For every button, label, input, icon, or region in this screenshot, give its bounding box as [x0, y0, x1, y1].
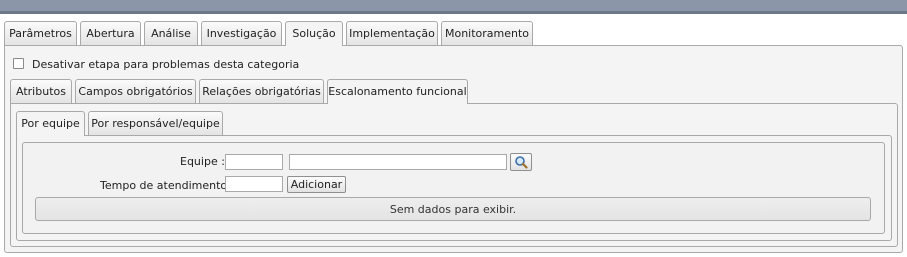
tab-label: Por responsável/equipe	[91, 117, 220, 130]
tab-label: Atributos	[16, 85, 66, 98]
team-code-input[interactable]	[225, 154, 283, 170]
empty-message: Sem dados para exibir.	[389, 203, 517, 216]
empty-grid: Sem dados para exibir.	[35, 197, 871, 221]
team-name-input[interactable]	[289, 154, 507, 170]
tab-monitoramento[interactable]: Monitoramento	[441, 21, 533, 45]
tab-por-responsavel-equipe[interactable]: Por responsável/equipe	[88, 111, 223, 135]
disable-step-label: Desativar etapa para problemas desta cat…	[32, 58, 300, 71]
disable-step-checkbox[interactable]	[13, 58, 24, 69]
tab-implementacao[interactable]: Implementação	[346, 21, 438, 45]
tab-label: Campos obrigatórios	[78, 85, 193, 98]
tab-label: Análise	[151, 27, 191, 40]
subtab-relacoes-obrigatorias[interactable]: Relações obrigatórias	[199, 79, 324, 103]
tab-por-equipe[interactable]: Por equipe	[16, 111, 85, 136]
tab-label: Implementação	[349, 27, 435, 40]
subtab-campos-obrigatorios[interactable]: Campos obrigatórios	[75, 79, 196, 103]
tab-label: Parâmetros	[9, 27, 72, 40]
tab-label: Solução	[292, 27, 336, 40]
search-team-button[interactable]	[510, 153, 532, 171]
tab-solucao[interactable]: Solução	[285, 21, 343, 46]
service-time-label: Tempo de atendimento :	[100, 179, 235, 192]
subtab-escalonamento-funcional[interactable]: Escalonamento funcional	[327, 79, 468, 104]
tab-label: Abertura	[86, 27, 135, 40]
tab-label: Por equipe	[21, 117, 80, 130]
subtab-atributos[interactable]: Atributos	[10, 79, 72, 103]
tab-label: Investigação	[206, 27, 277, 40]
team-label: Equipe :	[180, 155, 225, 168]
tab-analise[interactable]: Análise	[144, 21, 198, 45]
service-time-input[interactable]	[225, 176, 283, 192]
tab-abertura[interactable]: Abertura	[80, 21, 141, 45]
tab-investigacao[interactable]: Investigação	[201, 21, 282, 45]
tab-label: Escalonamento funcional	[328, 85, 467, 98]
tab-parametros[interactable]: Parâmetros	[4, 21, 77, 45]
top-header-bar	[0, 0, 907, 14]
magnifier-icon	[514, 156, 528, 172]
add-button[interactable]: Adicionar	[287, 176, 346, 193]
tab-label: Relações obrigatórias	[202, 85, 321, 98]
tab-label: Monitoramento	[444, 27, 530, 40]
